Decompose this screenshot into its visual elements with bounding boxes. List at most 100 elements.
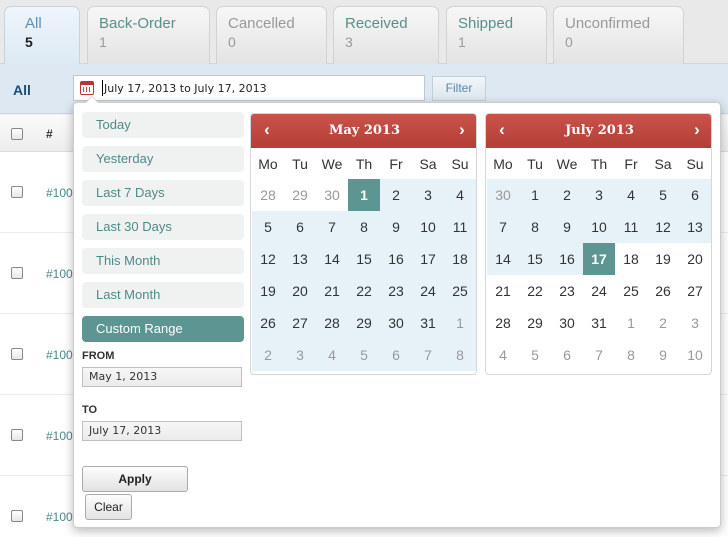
row-checkbox[interactable]	[11, 186, 23, 198]
calendar-day[interactable]: 18	[615, 243, 647, 275]
calendar-day[interactable]: 22	[348, 275, 380, 307]
calendar-day[interactable]: 31	[583, 307, 615, 339]
calendar-day[interactable]: 1	[444, 307, 476, 339]
calendar-day[interactable]: 7	[487, 211, 519, 243]
calendar-day[interactable]: 13	[679, 211, 711, 243]
calendar-day[interactable]: 16	[380, 243, 412, 275]
calendar-day[interactable]: 8	[519, 211, 551, 243]
calendar-day[interactable]: 3	[412, 179, 444, 211]
calendar-day[interactable]: 19	[252, 275, 284, 307]
calendar-day[interactable]: 7	[316, 211, 348, 243]
calendar-day[interactable]: 28	[487, 307, 519, 339]
calendar-day[interactable]: 1	[615, 307, 647, 339]
calendar-day[interactable]: 30	[316, 179, 348, 211]
calendar-day[interactable]: 18	[444, 243, 476, 275]
calendar-day[interactable]: 1	[519, 179, 551, 211]
row-checkbox[interactable]	[11, 429, 23, 441]
calendar-day[interactable]: 3	[583, 179, 615, 211]
clear-button[interactable]: Clear	[85, 494, 132, 520]
calendar-day[interactable]: 26	[252, 307, 284, 339]
calendar-day[interactable]: 6	[284, 211, 316, 243]
calendar-day[interactable]: 28	[316, 307, 348, 339]
calendar-day[interactable]: 5	[519, 339, 551, 371]
calendar-day[interactable]: 10	[583, 211, 615, 243]
calendar-day[interactable]: 1	[348, 179, 380, 211]
calendar-day[interactable]: 19	[647, 243, 679, 275]
calendar-day[interactable]: 30	[551, 307, 583, 339]
calendar-day[interactable]: 6	[679, 179, 711, 211]
order-link[interactable]: #100	[46, 267, 73, 281]
calendar-day[interactable]: 9	[647, 339, 679, 371]
calendar-day[interactable]: 20	[679, 243, 711, 275]
calendar-day[interactable]: 6	[380, 339, 412, 371]
calendar-day[interactable]: 14	[316, 243, 348, 275]
calendar-day[interactable]: 30	[380, 307, 412, 339]
range-last-7-days[interactable]: Last 7 Days	[82, 180, 244, 206]
range-custom[interactable]: Custom Range	[82, 316, 244, 342]
to-date-input[interactable]: July 17, 2013	[82, 421, 242, 441]
calendar-day[interactable]: 26	[647, 275, 679, 307]
calendar-day[interactable]: 2	[647, 307, 679, 339]
calendar-day[interactable]: 5	[647, 179, 679, 211]
calendar-day[interactable]: 10	[679, 339, 711, 371]
calendar-day[interactable]: 9	[551, 211, 583, 243]
calendar-day[interactable]: 5	[252, 211, 284, 243]
tab-all[interactable]: All 5	[4, 6, 80, 65]
calendar-day[interactable]: 2	[380, 179, 412, 211]
calendar-day[interactable]: 23	[380, 275, 412, 307]
calendar-day[interactable]: 25	[444, 275, 476, 307]
select-all-checkbox[interactable]	[11, 128, 23, 140]
calendar-day[interactable]: 21	[316, 275, 348, 307]
calendar-day[interactable]: 29	[348, 307, 380, 339]
calendar-day[interactable]: 10	[412, 211, 444, 243]
apply-button[interactable]: Apply	[82, 466, 188, 492]
calendar-day[interactable]: 24	[412, 275, 444, 307]
calendar-day[interactable]: 28	[252, 179, 284, 211]
order-link[interactable]: #100	[46, 186, 73, 200]
calendar-day[interactable]: 13	[284, 243, 316, 275]
calendar-day[interactable]: 12	[252, 243, 284, 275]
calendar-day[interactable]: 8	[444, 339, 476, 371]
next-month-icon[interactable]: ›	[687, 119, 707, 141]
calendar-day[interactable]: 20	[284, 275, 316, 307]
tab-back-order[interactable]: Back-Order 1	[87, 6, 210, 64]
calendar-day[interactable]: 14	[487, 243, 519, 275]
calendar-day[interactable]: 9	[380, 211, 412, 243]
calendar-day[interactable]: 17	[412, 243, 444, 275]
calendar-day[interactable]: 4	[487, 339, 519, 371]
calendar-day[interactable]: 30	[487, 179, 519, 211]
calendar-day[interactable]: 15	[348, 243, 380, 275]
next-month-icon[interactable]: ›	[452, 119, 472, 141]
row-checkbox[interactable]	[11, 267, 23, 279]
tab-cancelled[interactable]: Cancelled 0	[216, 6, 327, 64]
calendar-day[interactable]: 7	[412, 339, 444, 371]
calendar-day[interactable]: 4	[316, 339, 348, 371]
range-yesterday[interactable]: Yesterday	[82, 146, 244, 172]
tab-unconfirmed[interactable]: Unconfirmed 0	[553, 6, 684, 64]
calendar-day[interactable]: 7	[583, 339, 615, 371]
calendar-day[interactable]: 21	[487, 275, 519, 307]
calendar-day[interactable]: 5	[348, 339, 380, 371]
from-date-input[interactable]: May 1, 2013	[82, 367, 242, 387]
calendar-day[interactable]: 27	[284, 307, 316, 339]
calendar-day[interactable]: 29	[284, 179, 316, 211]
calendar-day[interactable]: 27	[679, 275, 711, 307]
calendar-day[interactable]: 15	[519, 243, 551, 275]
calendar-day[interactable]: 22	[519, 275, 551, 307]
calendar-day[interactable]: 29	[519, 307, 551, 339]
range-this-month[interactable]: This Month	[82, 248, 244, 274]
tab-shipped[interactable]: Shipped 1	[446, 6, 547, 64]
calendar-day[interactable]: 2	[252, 339, 284, 371]
calendar-day[interactable]: 23	[551, 275, 583, 307]
calendar-day[interactable]: 31	[412, 307, 444, 339]
calendar-day[interactable]: 4	[615, 179, 647, 211]
order-link[interactable]: #100	[46, 348, 73, 362]
filter-button[interactable]: Filter	[432, 76, 486, 101]
calendar-day[interactable]: 16	[551, 243, 583, 275]
calendar-day[interactable]: 17	[583, 243, 615, 275]
order-link[interactable]: #100	[46, 429, 73, 443]
tab-received[interactable]: Received 3	[333, 6, 439, 64]
calendar-day[interactable]: 8	[615, 339, 647, 371]
date-range-input[interactable]: July 17, 2013 to July 17, 2013	[73, 75, 425, 101]
calendar-day[interactable]: 12	[647, 211, 679, 243]
